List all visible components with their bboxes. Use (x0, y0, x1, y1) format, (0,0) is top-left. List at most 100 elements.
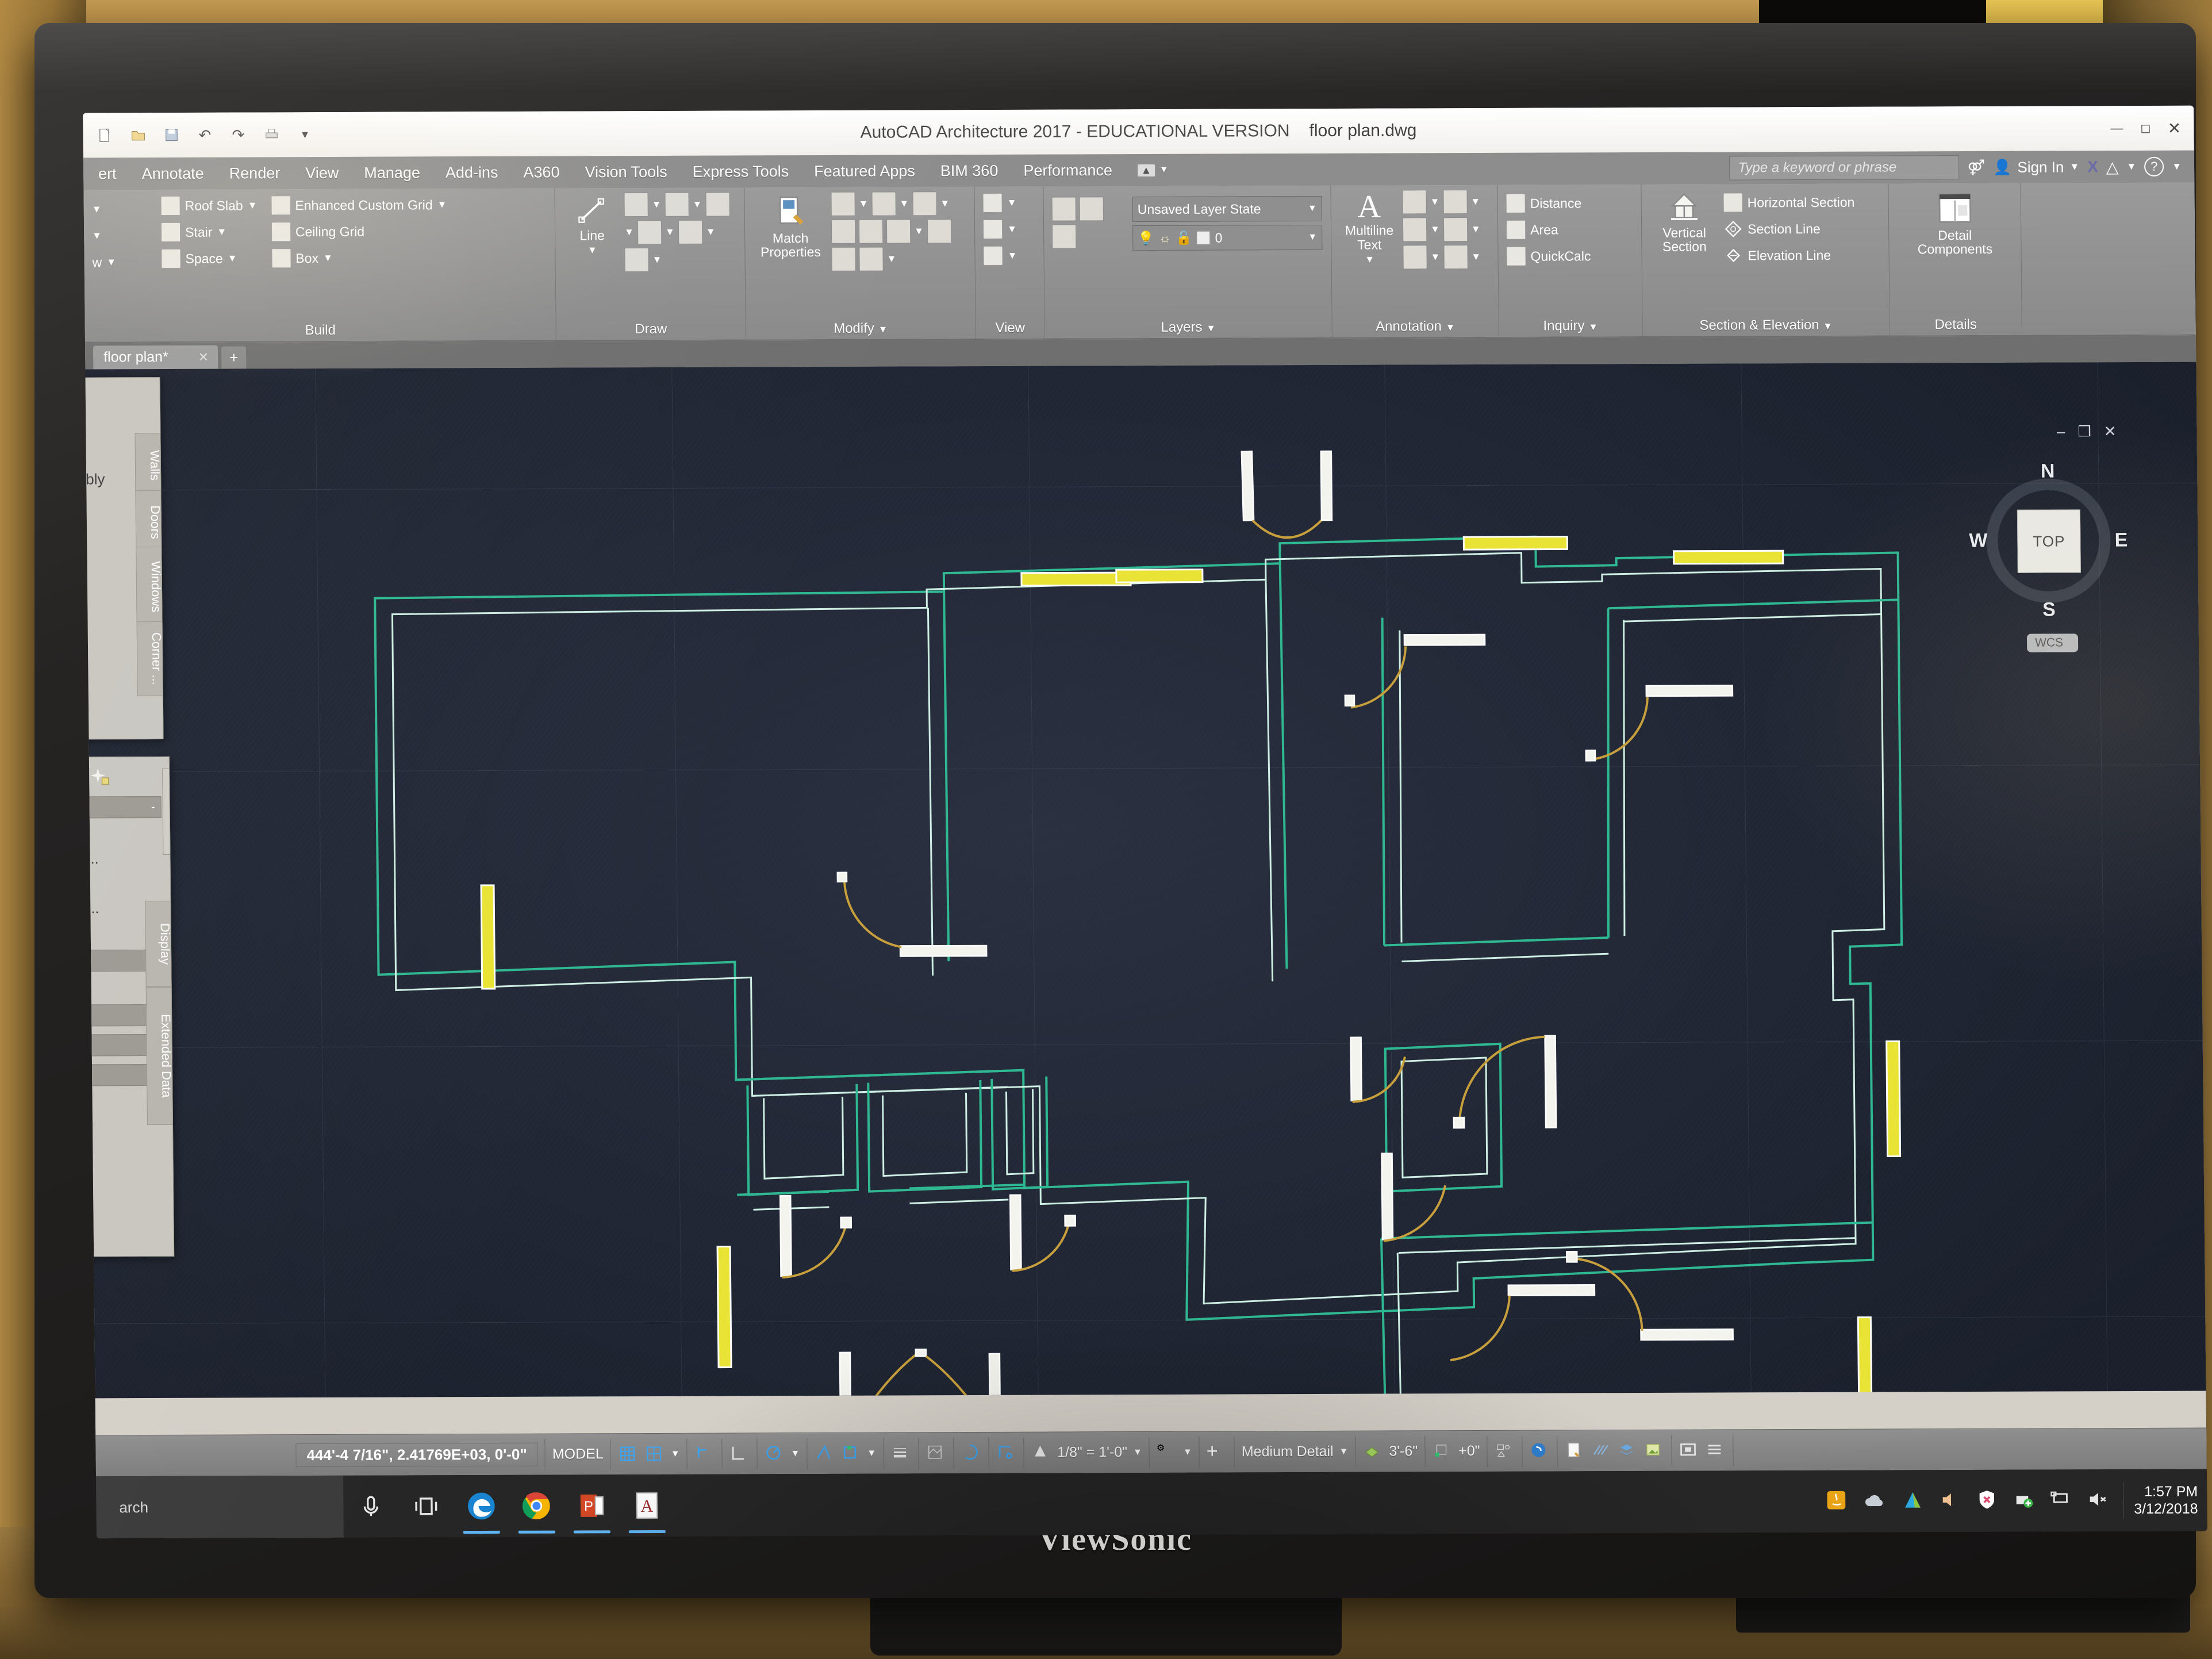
selection-cycling-button[interactable] (953, 1437, 989, 1469)
windows-defender-icon[interactable] (1976, 1488, 1998, 1513)
table-icon[interactable] (1443, 245, 1468, 270)
ribbon-tab-manage[interactable]: Manage (351, 160, 433, 185)
current-layer-combo[interactable]: 💡 ☼ 🔓 0 ▼ (1132, 224, 1323, 251)
elevation-offset-group[interactable]: +0" (1424, 1435, 1488, 1467)
workspace-chevron-down-icon[interactable]: ▼ (1183, 1447, 1192, 1457)
new-icon[interactable] (93, 124, 116, 147)
layer-state-chevron-down-icon[interactable]: ▼ (1308, 203, 1317, 214)
ribbon-tab-performance[interactable]: Performance (1011, 158, 1125, 183)
autodesk-icon[interactable]: △ (2106, 158, 2119, 176)
transparency-icon[interactable] (925, 1443, 946, 1464)
isolate-objects-icon[interactable] (1494, 1441, 1515, 1461)
view-cross-button[interactable]: ▼ (983, 244, 1017, 267)
custom-grid-chevron-down-icon[interactable]: ▼ (437, 199, 447, 210)
detail-components-button[interactable]: Detail Components (1908, 188, 2001, 256)
properties-tab-extended-data[interactable]: Extended Data (145, 986, 175, 1126)
snap-chevron-down-icon[interactable]: ▼ (671, 1449, 680, 1459)
java-icon[interactable] (1825, 1489, 1847, 1514)
build-partial-item-2[interactable]: ▼ (92, 224, 155, 247)
redo-icon[interactable]: ↷ (226, 123, 249, 146)
transparency-button[interactable] (918, 1437, 954, 1469)
tool-palette-tab-windows[interactable]: Windows (136, 546, 164, 628)
annotation-scale-chevron-down-icon[interactable]: ▼ (1133, 1447, 1142, 1458)
section-elevation-panel-chevron-down-icon[interactable]: ▼ (1823, 321, 1833, 332)
ortho-icon[interactable] (729, 1443, 750, 1464)
erase-icon[interactable] (831, 219, 856, 244)
ribbon-tab-insert[interactable]: ert (86, 162, 129, 186)
annotation-visibility-icon[interactable] (1031, 1442, 1051, 1463)
ribbon-tab-view[interactable]: View (293, 160, 351, 185)
ribbon-tab-annotate[interactable]: Annotate (129, 161, 217, 186)
multiline-text-chevron-down-icon[interactable]: ▼ (1365, 254, 1374, 265)
isolate-objects-button[interactable] (1487, 1435, 1523, 1467)
layer-state-combo[interactable]: Unsaved Layer State ▼ (1132, 195, 1322, 222)
fillet-icon[interactable] (831, 247, 856, 271)
move-icon[interactable] (831, 191, 855, 216)
osnap-chevron-down-icon[interactable]: ▼ (867, 1448, 876, 1458)
viewcube-south-label[interactable]: S (2042, 598, 2056, 621)
image-display-icon[interactable] (1643, 1440, 1664, 1461)
grid-snap-group[interactable]: ▼ (610, 1438, 688, 1470)
help-icon[interactable]: ? (2144, 156, 2164, 176)
multileader-icon[interactable] (1443, 190, 1468, 214)
copy-icon[interactable] (858, 219, 884, 244)
polyline-icon[interactable] (624, 193, 648, 217)
ribbon-tab-featured-apps[interactable]: Featured Apps (801, 159, 928, 184)
rectangle-icon[interactable] (678, 220, 702, 244)
layer-freeze-icon[interactable] (1052, 224, 1077, 249)
current-layer-chevron-down-icon[interactable]: ▼ (1308, 232, 1317, 243)
drawing-canvas[interactable]: – ❐ ✕ TOP N S W E WCS (85, 362, 2206, 1399)
arc-icon[interactable] (637, 220, 662, 245)
hatch-display-icon[interactable] (1591, 1441, 1611, 1461)
clean-screen-icon[interactable] (1564, 1441, 1585, 1461)
viewcube[interactable]: TOP N S W E (1967, 460, 2130, 621)
otrack-icon[interactable] (840, 1443, 861, 1464)
customization-icon[interactable] (1705, 1440, 1726, 1461)
sun-icon[interactable]: ☼ (1159, 230, 1171, 245)
space-chevron-down-icon[interactable]: ▼ (228, 253, 237, 264)
network-icon[interactable] (2049, 1488, 2071, 1513)
display-tools-group[interactable] (1557, 1435, 1672, 1466)
quick-access-toolbar[interactable]: ↶ ↷ ▼ (83, 112, 317, 158)
extrude-icon[interactable] (927, 219, 952, 244)
detail-level-chevron-down-icon[interactable]: ▼ (1339, 1446, 1349, 1457)
cut-plane-group[interactable]: 3'-6" (1355, 1435, 1426, 1468)
properties-palette[interactable]: - ByLayer ByL... 00000 (83, 756, 175, 1257)
tool-palette-tab-walls[interactable]: Walls (135, 432, 164, 498)
help-chevron-down-icon[interactable]: ▼ (2172, 161, 2182, 172)
polar-chevron-down-icon[interactable]: ▼ (790, 1449, 800, 1459)
color-swatch-icon[interactable] (1196, 231, 1211, 245)
unlock-icon[interactable]: 🔓 (1176, 230, 1192, 245)
multiline-text-button[interactable]: A Multiline Text ▼ (1339, 189, 1399, 265)
box-button[interactable]: Box ▼ (271, 246, 447, 270)
binoculars-icon[interactable]: ⚤ (1967, 158, 1985, 176)
vertical-section-button[interactable]: Vertical Section (1649, 189, 1719, 254)
infer-constraints-button[interactable] (687, 1438, 723, 1470)
layer-isolate-icon[interactable] (1079, 197, 1104, 221)
cortana-icon[interactable] (343, 1476, 399, 1538)
view-layer-button[interactable]: ▼ (982, 218, 1017, 241)
minimize-button[interactable]: — (2105, 117, 2128, 140)
dynamic-ucs-button[interactable] (988, 1437, 1024, 1469)
ribbon-tab-render[interactable]: Render (216, 161, 293, 186)
roof-slab-chevron-down-icon[interactable]: ▼ (248, 199, 258, 211)
dimension-icon[interactable] (1402, 190, 1427, 214)
selection-cycling-icon[interactable] (961, 1442, 981, 1463)
build-partial-item-3[interactable]: w ▼ (92, 251, 155, 274)
autodesk-chevron-down-icon[interactable]: ▼ (2126, 161, 2136, 172)
powerpoint-icon[interactable]: P (564, 1474, 620, 1537)
sign-in-button[interactable]: 👤 Sign In ▼ (1993, 158, 2079, 176)
viewcube-north-label[interactable]: N (2041, 460, 2055, 482)
quickcalc-button[interactable]: QuickCalc (1506, 244, 1591, 268)
plus-icon[interactable]: + (1207, 1440, 1227, 1462)
annotation-panel-chevron-down-icon[interactable]: ▼ (1445, 322, 1455, 333)
trim-icon[interactable] (912, 191, 937, 216)
dynamic-ucs-icon[interactable] (996, 1442, 1016, 1463)
snap-mode-icon[interactable] (644, 1443, 665, 1464)
ribbon-tab-bim360[interactable]: BIM 360 (928, 158, 1011, 183)
tool-palette[interactable]: ow w Assembly n Design Walls Doors Windo… (83, 377, 164, 740)
drawing-restore-button[interactable]: ❐ (2077, 423, 2091, 440)
stair-chevron-down-icon[interactable]: ▼ (217, 226, 226, 238)
tool-palette-tab-doors[interactable]: Doors (135, 490, 164, 554)
lineweight-button[interactable] (883, 1437, 919, 1469)
